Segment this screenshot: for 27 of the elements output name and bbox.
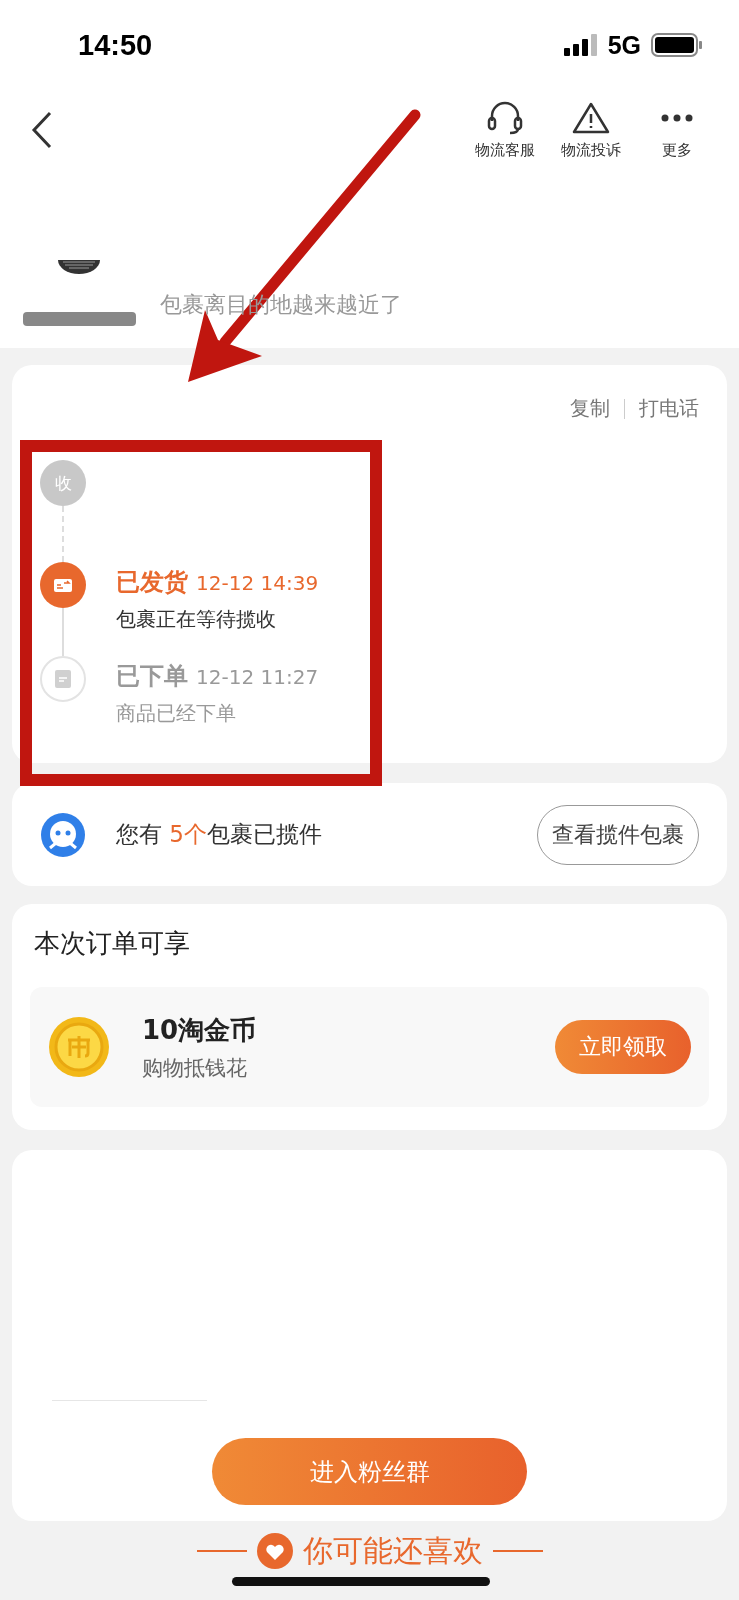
back-icon[interactable] [30,111,54,149]
headset-icon [485,100,525,135]
document-icon [55,670,71,688]
more-icon [661,113,693,122]
network-label: 5G [607,30,641,60]
warning-icon [571,100,611,135]
header-action[interactable]: 更多 [643,100,711,160]
tracking-action[interactable]: 打电话 [639,395,699,422]
view-parcels-button[interactable]: 查看揽件包裹 [537,804,699,865]
parcel-icon [53,577,73,593]
signal-icon [563,34,598,56]
parcel-message: 您有 5个包裹已揽件 [116,820,323,849]
mascot-icon [40,811,86,858]
battery-icon [651,33,703,57]
reward-subtitle: 购物抵钱花 [142,1054,248,1082]
step-title: 已下单 12-12 11:27 [116,661,319,692]
header-action[interactable]: 物流投诉 [557,100,625,160]
reward-name: 10淘金币 [142,1013,258,1047]
recommend-title: 你可能还喜欢 [302,1533,483,1569]
step-detail: 商品已经下单 [116,700,237,727]
header-action[interactable]: 物流客服 [471,100,539,160]
tracking-action[interactable]: 复制 [570,395,610,422]
reward-title: 本次订单可享 [33,927,191,960]
step-title: 已发货 12-12 14:39 [116,567,319,598]
coin-icon [48,1016,110,1078]
step-detail: 包裹正在等待揽收 [116,606,277,633]
status-time: 14:50 [78,28,153,62]
